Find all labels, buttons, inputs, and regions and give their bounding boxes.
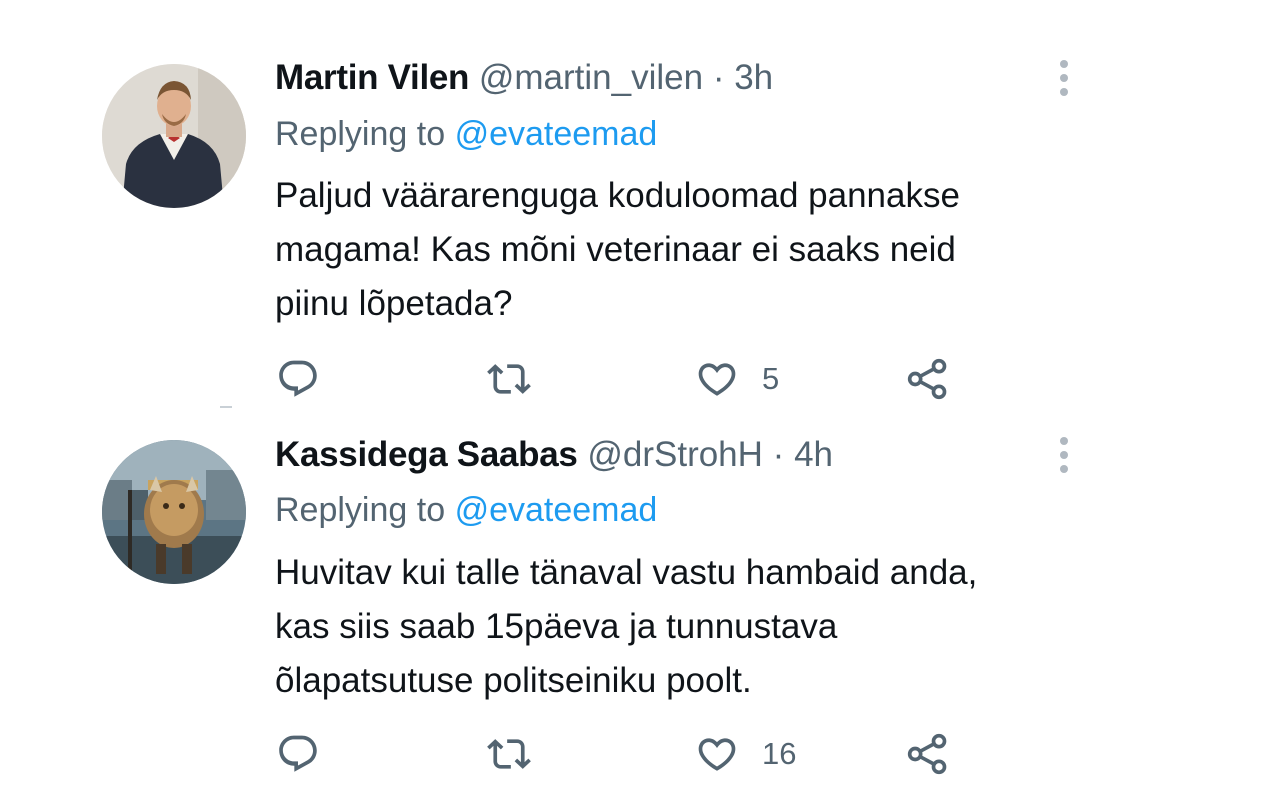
reply-icon: [279, 735, 317, 772]
heart-icon: [698, 738, 736, 771]
tweet-text-line: Huvitav kui talle tänaval vastu hambaid …: [275, 553, 978, 592]
separator-dot: ·: [772, 435, 785, 474]
tweet-text: Huvitav kui talle tänaval vastu hambaid …: [275, 546, 1095, 708]
tweet-text-line: Paljud väärarenguga koduloomad pannakse: [275, 176, 960, 215]
separator-dot: ·: [712, 58, 725, 97]
like-count: 16: [762, 736, 797, 771]
avatar[interactable]: [102, 64, 246, 208]
author-handle[interactable]: @drStrohH: [587, 435, 763, 474]
reply-button[interactable]: [276, 354, 320, 404]
tweet-text-line: õlapatsutuse politseiniku poolt.: [275, 661, 752, 700]
tweet-header: Kassidega Saabas @drStrohH · 4h: [275, 433, 833, 477]
reply-button[interactable]: [276, 729, 320, 779]
author-handle[interactable]: @martin_vilen: [479, 58, 703, 97]
heart-icon: [698, 363, 736, 396]
divider: [220, 406, 232, 408]
tweet-text-line: kas siis saab 15päeva ja tunnustava: [275, 607, 838, 646]
timestamp[interactable]: 3h: [734, 58, 773, 97]
author-name[interactable]: Kassidega Saabas: [275, 435, 578, 474]
author-name[interactable]: Martin Vilen: [275, 58, 469, 97]
avatar-photo: [102, 440, 246, 584]
replying-to-label: Replying to: [275, 491, 446, 529]
timestamp[interactable]: 4h: [794, 435, 833, 474]
like-count: 5: [762, 361, 780, 396]
replying-to: Replying to @evateemad: [275, 488, 657, 532]
more-vertical-icon[interactable]: [1050, 435, 1078, 475]
share-button[interactable]: [906, 729, 950, 779]
replying-to: Replying to @evateemad: [275, 112, 657, 156]
tweet-header: Martin Vilen @martin_vilen · 3h: [275, 56, 773, 100]
avatar-photo: [102, 64, 246, 208]
tweet[interactable]: Kassidega Saabas @drStrohH · 4h Replying…: [0, 410, 1280, 810]
replying-to-mention[interactable]: @evateemad: [455, 115, 658, 153]
tweet[interactable]: Martin Vilen @martin_vilen · 3h Replying…: [0, 0, 1280, 410]
retweet-button[interactable]: [484, 354, 534, 404]
retweet-icon: [487, 739, 531, 769]
like-button[interactable]: 16: [694, 729, 796, 779]
share-icon: [907, 358, 947, 400]
tweet-text-line: magama! Kas mõni veterinaar ei saaks nei…: [275, 230, 956, 269]
tweet-text: Paljud väärarenguga koduloomad pannakse …: [275, 169, 1095, 331]
more-vertical-icon[interactable]: [1050, 58, 1078, 98]
avatar[interactable]: [102, 440, 246, 584]
tweet-text-line: piinu lõpetada?: [275, 284, 513, 323]
like-button[interactable]: 5: [694, 354, 779, 404]
reply-icon: [279, 360, 317, 397]
replying-to-label: Replying to: [275, 115, 446, 153]
action-bar: 5: [0, 354, 1280, 404]
share-button[interactable]: [906, 354, 950, 404]
share-icon: [907, 733, 947, 775]
action-bar: 16: [0, 729, 1280, 779]
retweet-button[interactable]: [484, 729, 534, 779]
replying-to-mention[interactable]: @evateemad: [455, 491, 658, 529]
retweet-icon: [487, 364, 531, 394]
